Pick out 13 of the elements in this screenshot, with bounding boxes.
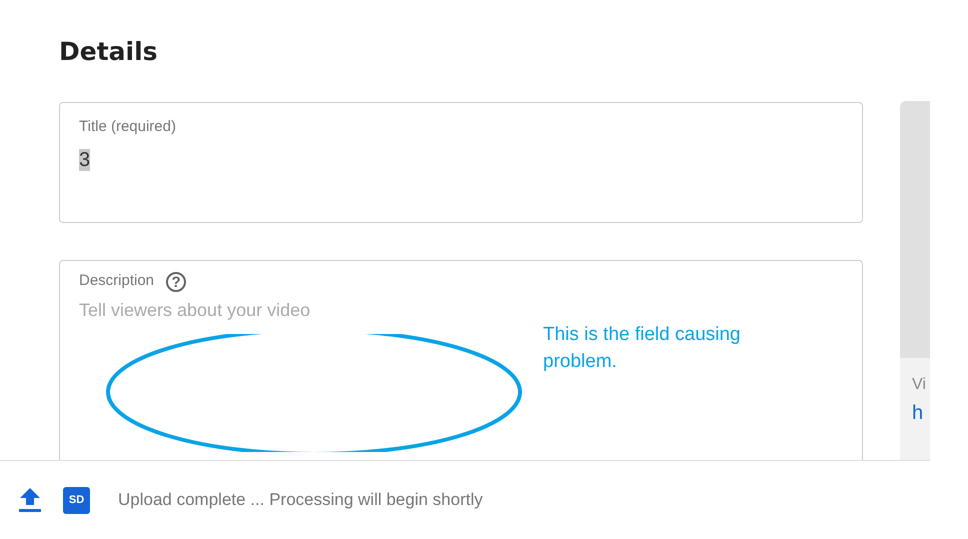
help-icon[interactable]: ?: [166, 272, 186, 292]
title-value: 3: [79, 149, 90, 171]
description-placeholder: Tell viewers about your video: [79, 300, 312, 321]
field-label: Description: [79, 272, 154, 291]
title-field[interactable]: Title (required) 3: [59, 102, 863, 223]
status-message: Upload complete ... Processing will begin shortly: [118, 490, 483, 510]
annotation-text: This is the field causing problem.: [543, 323, 742, 374]
video-link[interactable]: h: [912, 402, 930, 425]
field-label: Title (required): [79, 118, 177, 137]
video-link-label: Vi: [912, 376, 927, 395]
upload-icon[interactable]: [18, 487, 42, 513]
quality-badge: SD: [63, 486, 90, 514]
section-heading: Details: [59, 36, 159, 68]
